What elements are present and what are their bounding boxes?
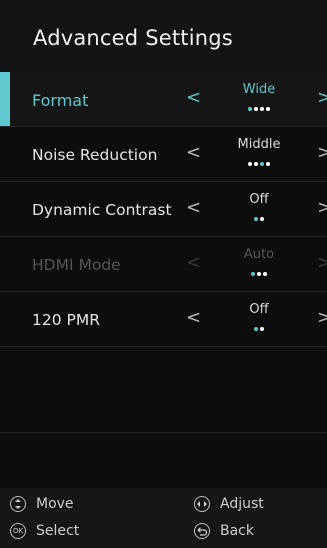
chevron-left-icon[interactable]: <	[186, 87, 201, 108]
setting-row-noise-reduction[interactable]: Noise Reduction < Middle >	[0, 127, 327, 182]
settings-list: Format < Wide > Noise Reduction < Middle…	[0, 72, 327, 347]
setting-label: 120 PMR	[32, 311, 101, 329]
hint-select: OK Select	[10, 523, 79, 539]
setting-label: Noise Reduction	[32, 146, 158, 164]
setting-row-format[interactable]: Format < Wide >	[0, 72, 327, 127]
setting-row-120-pmr[interactable]: 120 PMR < Off >	[0, 292, 327, 347]
setting-value: Off	[249, 192, 269, 207]
setting-value: Middle	[237, 137, 281, 152]
hint-label: Select	[36, 523, 80, 539]
selection-accent	[0, 72, 10, 126]
setting-value: Auto	[243, 247, 275, 262]
page-title: Advanced Settings	[33, 26, 233, 50]
setting-row-dynamic-contrast[interactable]: Dynamic Contrast < Off >	[0, 182, 327, 237]
updown-icon	[10, 496, 26, 512]
header: Advanced Settings	[0, 0, 327, 72]
setting-label: Format	[32, 91, 89, 110]
chevron-left-icon[interactable]: <	[186, 307, 201, 328]
setting-label: HDMI Mode	[32, 256, 121, 274]
setting-value: Wide	[242, 82, 276, 97]
row-divider	[0, 432, 327, 433]
hint-label: Back	[220, 523, 254, 539]
option-dots	[214, 102, 304, 114]
chevron-left-icon[interactable]: <	[186, 142, 201, 163]
settings-panel: Advanced Settings Format < Wide > Noise …	[0, 0, 327, 548]
setting-value: Off	[249, 302, 269, 317]
option-dots	[214, 212, 304, 224]
option-dots	[214, 322, 304, 334]
hint-move: Move	[10, 496, 74, 512]
footer-hints: Move Adjust OK Select Back	[0, 488, 327, 548]
hint-adjust: Adjust	[194, 496, 264, 512]
chevron-left-icon[interactable]: <	[186, 197, 201, 218]
setting-row-hdmi-mode: HDMI Mode < Auto >	[0, 237, 327, 292]
chevron-left-icon: <	[186, 252, 202, 273]
leftright-icon	[194, 496, 210, 512]
hint-label: Move	[36, 496, 74, 512]
option-dots	[214, 267, 304, 279]
setting-label: Dynamic Contrast	[32, 201, 172, 219]
chevron-right-icon[interactable]: >	[317, 87, 327, 108]
chevron-right-icon: >	[317, 252, 327, 273]
chevron-right-icon[interactable]: >	[317, 197, 327, 218]
chevron-right-icon[interactable]: >	[317, 142, 327, 163]
chevron-right-icon[interactable]: >	[317, 307, 327, 328]
option-dots	[214, 157, 304, 169]
hint-label: Adjust	[220, 496, 264, 512]
ok-icon: OK	[10, 523, 26, 539]
back-icon	[194, 523, 210, 539]
hint-back: Back	[194, 523, 254, 539]
